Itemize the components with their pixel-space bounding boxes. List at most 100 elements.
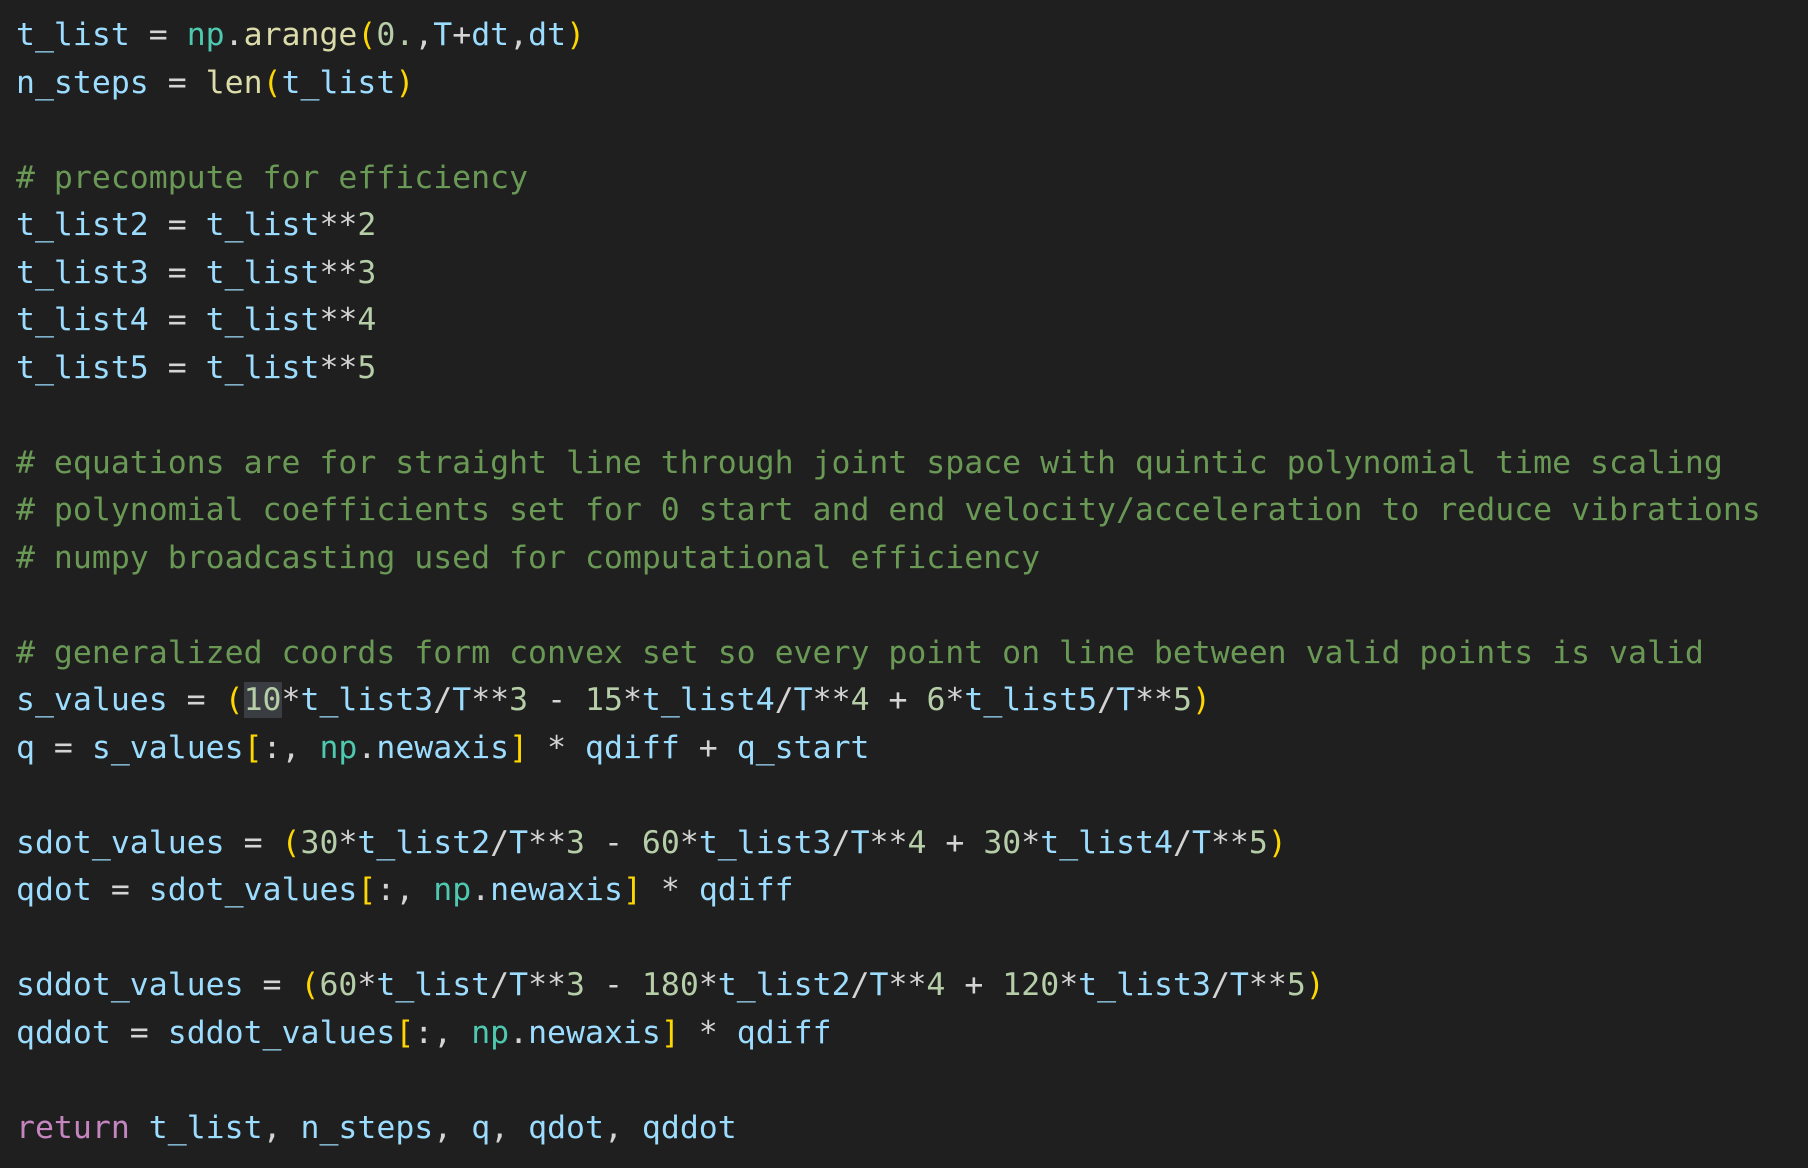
code-token-op: *	[945, 682, 965, 718]
code-token-op: :,	[376, 872, 434, 908]
code-line[interactable]	[16, 1057, 1808, 1105]
code-token-op: ,	[414, 17, 434, 53]
code-token-op: =	[148, 254, 206, 291]
code-token-var: q_start	[736, 729, 870, 766]
code-token-op: *	[679, 1014, 737, 1051]
code-token-op: =	[224, 824, 282, 861]
code-token-comment: # numpy broadcasting used for computatio…	[16, 539, 1041, 576]
code-token-paren: (	[281, 824, 301, 861]
code-token-op: =	[91, 872, 149, 908]
code-token-paren: )	[1191, 682, 1211, 718]
code-token-num: 10	[243, 682, 282, 718]
code-token-op: ,	[603, 1109, 642, 1146]
code-line[interactable]	[16, 392, 1808, 440]
code-token-num: 5	[1248, 824, 1268, 861]
code-line[interactable]: n_steps = len(t_list)	[16, 60, 1808, 108]
code-token-var: s_values	[91, 729, 244, 766]
code-token-paren: [	[395, 1014, 415, 1051]
code-token-var: sdot_values	[16, 824, 225, 861]
code-token-op: /	[831, 824, 851, 861]
code-token-var: t_list	[205, 254, 320, 291]
code-token-comment: # equations are for straight line throug…	[16, 444, 1723, 481]
code-editor[interactable]: t_list = np.arange(0.,T+dt,dt) n_steps = …	[0, 0, 1808, 1168]
code-token-var: qdot	[528, 1109, 604, 1146]
code-line[interactable]	[16, 915, 1808, 963]
code-token-op: =	[148, 302, 206, 338]
code-token-var: t_list3	[698, 824, 832, 861]
code-token-op: +	[869, 682, 927, 718]
code-line[interactable]: q = s_values[:, np.newaxis] * qdiff + q_…	[16, 725, 1808, 773]
code-token-var: t_list2	[357, 824, 491, 861]
code-line[interactable]: s_values = (10*t_list3/T**3 - 15*t_list4…	[16, 677, 1808, 725]
code-token-var: T	[869, 967, 889, 1003]
code-token-op: .	[509, 1014, 529, 1051]
code-token-op: +	[679, 729, 737, 766]
code-line[interactable]: return t_list, n_steps, q, qdot, qddot	[16, 1105, 1808, 1153]
code-token-paren: )	[1267, 824, 1287, 861]
code-line[interactable]: sddot_values = (60*t_list/T**3 - 180*t_l…	[16, 962, 1808, 1010]
code-token-op: /	[433, 682, 453, 718]
code-line[interactable]	[16, 772, 1808, 820]
code-token-op: *	[679, 824, 699, 861]
code-line[interactable]: t_list5 = t_list**5	[16, 345, 1808, 393]
code-token-op: /	[1097, 682, 1117, 718]
code-token-var: qdot	[16, 872, 92, 908]
code-line[interactable]: qddot = sddot_values[:, np.newaxis] * qd…	[16, 1010, 1808, 1058]
code-line[interactable]: qdot = sdot_values[:, np.newaxis] * qdif…	[16, 867, 1808, 915]
code-token-op: *	[622, 682, 642, 718]
code-token-var: q	[471, 1109, 491, 1146]
code-token-comment: # precompute for efficiency	[16, 159, 529, 196]
code-token-num: 4	[907, 824, 927, 861]
code-line[interactable]: # precompute for efficiency	[16, 155, 1808, 203]
code-token-num: 120	[1002, 967, 1060, 1003]
code-token-num: 60	[319, 967, 358, 1003]
code-token-var: sdot_values	[148, 872, 358, 908]
code-token-op: **	[319, 349, 358, 386]
code-line[interactable]: t_list = np.arange(0.,T+dt,dt)	[16, 12, 1808, 60]
code-token-var: T	[1191, 824, 1211, 861]
code-token-var: T	[1116, 682, 1136, 718]
code-line[interactable]	[16, 582, 1808, 630]
code-token-paren: [	[243, 729, 263, 766]
code-token-num: 0.	[376, 17, 415, 53]
code-token-paren: (	[262, 64, 282, 101]
code-token-op: =	[148, 64, 206, 101]
code-token-var: t_list	[205, 349, 320, 386]
code-line[interactable]: t_list3 = t_list**3	[16, 250, 1808, 298]
code-line[interactable]: # generalized coords form convex set so …	[16, 630, 1808, 678]
code-token-op: .	[357, 729, 377, 766]
code-token-op: /	[490, 824, 510, 861]
code-token-num: 4	[357, 302, 377, 338]
code-line[interactable]: # polynomial coefficients set for 0 star…	[16, 487, 1808, 535]
code-token-var: T	[452, 682, 472, 718]
code-line[interactable]: t_list2 = t_list**2	[16, 202, 1808, 250]
code-token-num: 15	[585, 682, 623, 718]
code-token-paren: (	[224, 682, 244, 718]
code-token-fn: len	[205, 64, 263, 101]
code-token-op: *	[357, 967, 377, 1003]
code-token-var: t_list4	[1040, 824, 1174, 861]
code-token-var: t_list4	[641, 682, 775, 718]
code-token-var: T	[850, 824, 870, 861]
code-token-op: **	[869, 824, 908, 861]
code-token-var: s_values	[16, 682, 168, 718]
code-token-op: :,	[262, 729, 320, 766]
code-token-comment: # generalized coords form convex set so …	[16, 634, 1704, 671]
code-token-op: /	[490, 967, 510, 1003]
code-token-var: sddot_values	[16, 967, 244, 1003]
code-token-var: dt	[471, 17, 510, 53]
code-token-num: 5	[357, 349, 377, 386]
code-token-num: 2	[357, 207, 377, 243]
code-line[interactable]: # equations are for straight line throug…	[16, 440, 1808, 488]
code-token-var: t_list	[281, 64, 396, 101]
code-line[interactable]: # numpy broadcasting used for computatio…	[16, 535, 1808, 583]
code-line[interactable]: sdot_values = (30*t_list2/T**3 - 60*t_li…	[16, 820, 1808, 868]
code-token-op: -	[585, 824, 642, 861]
code-token-var: newaxis	[376, 729, 510, 766]
code-token-var: qdiff	[585, 729, 680, 766]
code-token-var: dt	[528, 17, 567, 53]
code-token-num: 3	[566, 824, 586, 861]
code-line[interactable]	[16, 107, 1808, 155]
code-token-op: /	[774, 682, 794, 718]
code-line[interactable]: t_list4 = t_list**4	[16, 297, 1808, 345]
